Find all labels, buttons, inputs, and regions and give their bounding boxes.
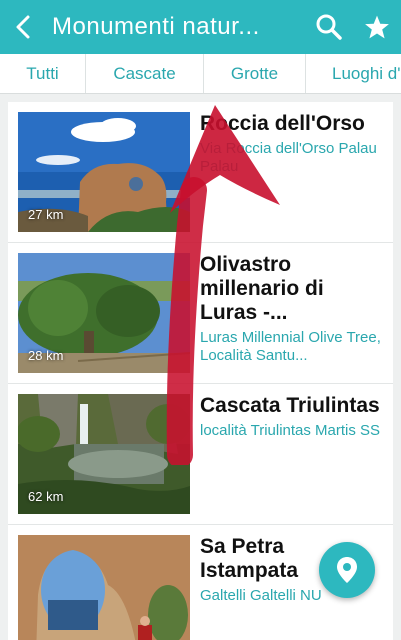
- item-thumbnail: 28 km: [18, 253, 190, 373]
- map-pin-icon: [337, 557, 357, 583]
- item-subtitle: Luras Millennial Olive Tree, Località Sa…: [200, 329, 381, 364]
- map-location-button[interactable]: [319, 542, 375, 598]
- tab-tutti[interactable]: Tutti: [0, 54, 86, 93]
- star-icon: [365, 15, 389, 39]
- item-thumbnail: 27 km: [18, 112, 190, 232]
- item-title: Olivastro millenario di Luras -...: [200, 253, 324, 324]
- distance-label: 62 km: [28, 489, 64, 504]
- list-item[interactable]: 62 km Cascata Triulintas località Triuli…: [8, 384, 393, 525]
- app-bar: Monumenti natur...: [0, 0, 401, 54]
- tab-luoghi[interactable]: Luoghi d': [306, 54, 401, 93]
- arrow-left-icon: [16, 15, 30, 39]
- page-title: Monumenti natur...: [52, 13, 260, 40]
- back-button[interactable]: [0, 0, 48, 54]
- tab-grotte[interactable]: Grotte: [204, 54, 306, 93]
- search-button[interactable]: [305, 0, 353, 54]
- category-tabs: Tutti Cascate Grotte Luoghi d': [0, 54, 401, 94]
- item-title: Roccia dell'Orso: [200, 112, 365, 135]
- favorites-button[interactable]: [353, 0, 401, 54]
- tab-cascate[interactable]: Cascate: [86, 54, 204, 93]
- search-icon: [316, 14, 342, 40]
- item-thumbnail: 62 km: [18, 394, 190, 514]
- item-subtitle: Via Roccia dell'Orso Palau Palau: [200, 140, 377, 175]
- distance-label: 27 km: [28, 207, 64, 222]
- item-title: Cascata Triulintas: [200, 394, 380, 417]
- list-item[interactable]: 28 km Olivastro millenario di Luras -...…: [8, 243, 393, 384]
- item-thumbnail: [18, 535, 190, 640]
- item-subtitle: località Triulintas Martis SS: [200, 422, 381, 439]
- list-item[interactable]: 27 km Roccia dell'Orso Via Roccia dell'O…: [8, 102, 393, 243]
- distance-label: 28 km: [28, 348, 64, 363]
